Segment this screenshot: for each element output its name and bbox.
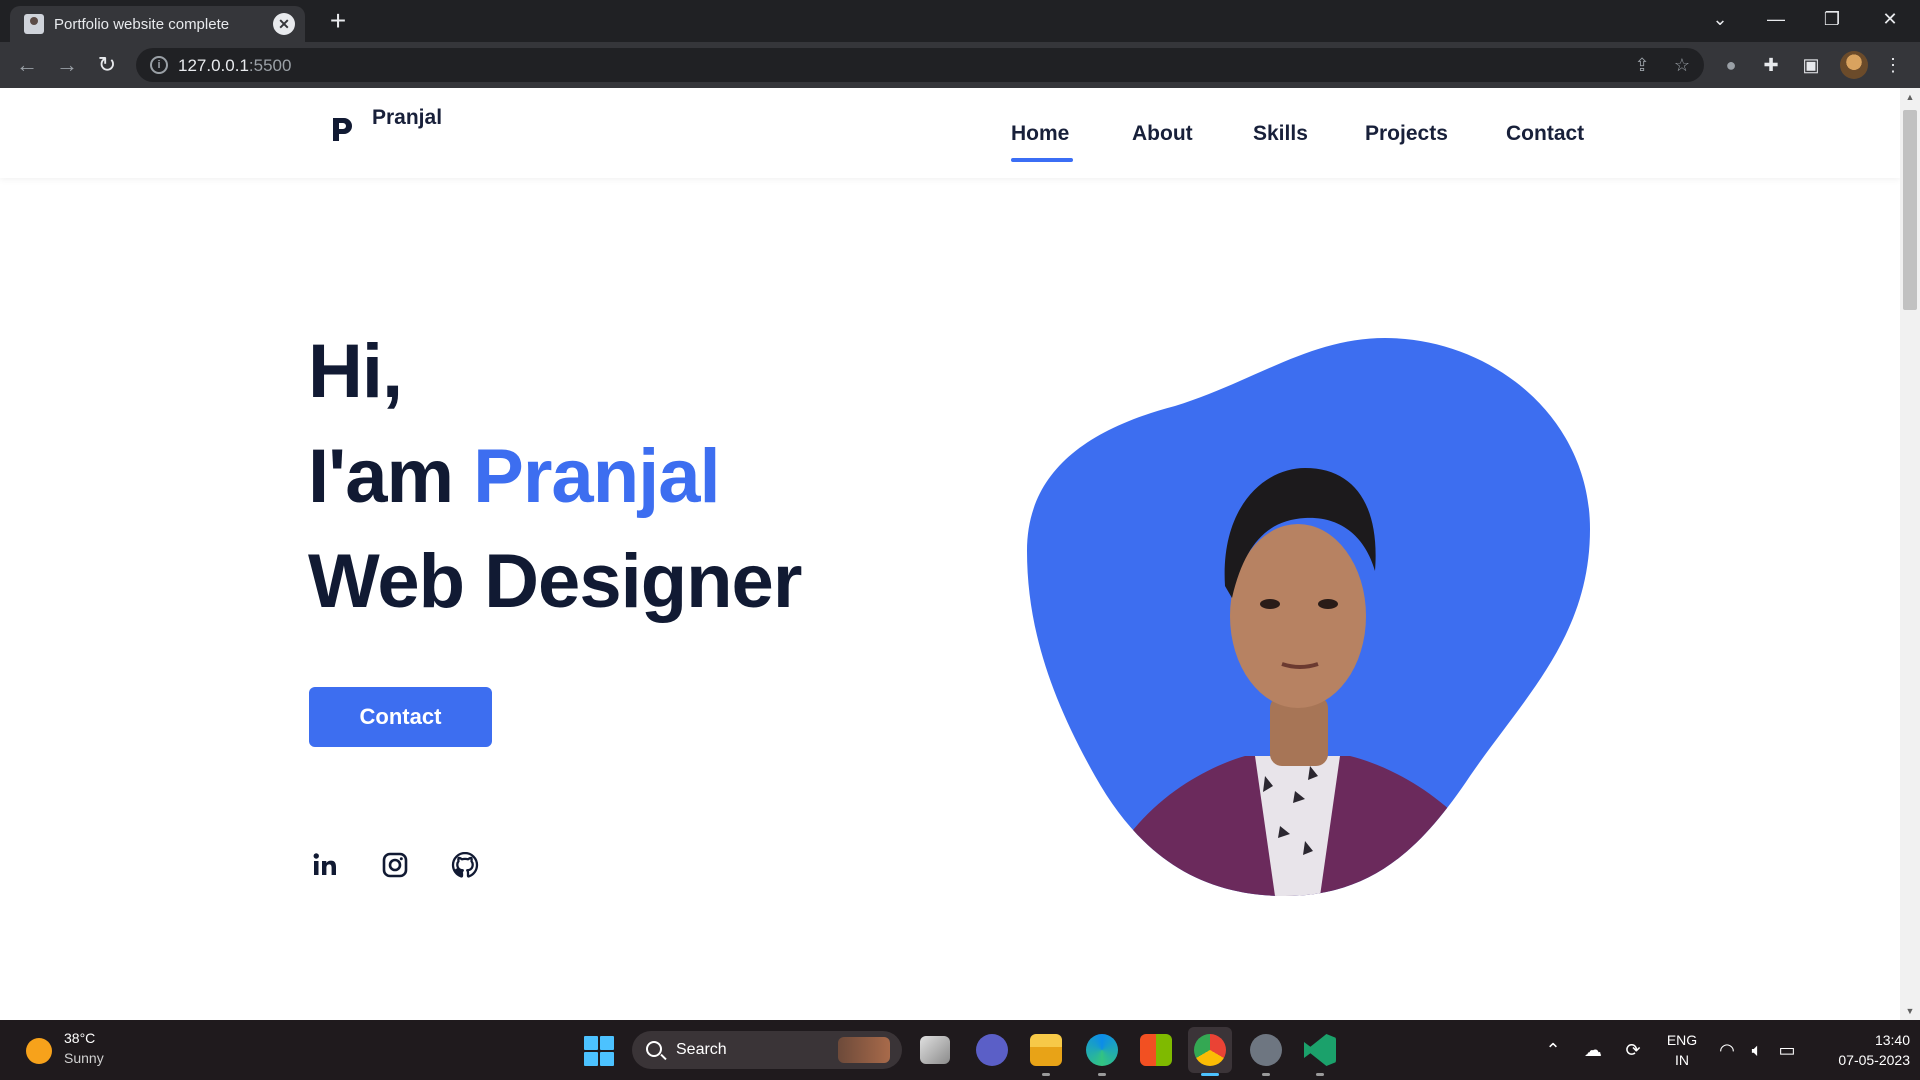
site-logo-text[interactable]: Pranjal xyxy=(372,106,442,130)
weather-condition[interactable]: Sunny xyxy=(64,1050,104,1066)
tab-favicon xyxy=(24,14,44,34)
close-window-button[interactable]: ✕ xyxy=(1862,0,1918,38)
tab-search-button[interactable]: ⌄ xyxy=(1692,0,1748,38)
taskbar-search-label: Search xyxy=(676,1041,727,1058)
nav-contact[interactable]: Contact xyxy=(1506,122,1584,146)
file-explorer-running-indicator xyxy=(1042,1073,1050,1076)
chrome-active-indicator xyxy=(1201,1073,1219,1076)
nav-skills[interactable]: Skills xyxy=(1253,122,1308,146)
hero-intro: I'am Pranjal xyxy=(308,433,721,520)
url-text[interactable]: 127.0.0.1:5500 xyxy=(178,56,291,76)
minimize-button[interactable]: — xyxy=(1748,0,1804,38)
edge-icon[interactable] xyxy=(1086,1034,1118,1066)
puzzle-icon[interactable]: ✚ xyxy=(1758,52,1784,78)
settings-icon[interactable] xyxy=(1250,1034,1282,1066)
scrollbar-thumb[interactable] xyxy=(1903,110,1917,310)
vscode-running-indicator xyxy=(1316,1073,1324,1076)
hero-role: Web Designer xyxy=(308,539,802,624)
onedrive-icon[interactable]: ☁ xyxy=(1582,1040,1604,1061)
start-button[interactable] xyxy=(584,1036,614,1066)
taskbar-search[interactable]: Search xyxy=(632,1031,902,1069)
bookmark-star-icon[interactable]: ☆ xyxy=(1670,53,1694,77)
hero-name: Pranjal xyxy=(473,434,720,519)
restore-button[interactable]: ❐ xyxy=(1804,0,1860,38)
nav-about[interactable]: About xyxy=(1132,122,1193,146)
chrome-icon[interactable] xyxy=(1194,1034,1226,1066)
file-explorer-icon[interactable] xyxy=(1030,1034,1062,1066)
logo-p-icon[interactable] xyxy=(330,114,356,144)
region-indicator[interactable]: IN xyxy=(1662,1052,1702,1068)
url-port: :5500 xyxy=(248,56,292,75)
contact-button[interactable]: Contact xyxy=(309,687,492,747)
hero-intro-prefix: I'am xyxy=(308,434,474,519)
tab-title: Portfolio website complete xyxy=(54,15,230,33)
site-info-icon[interactable]: i xyxy=(150,56,168,74)
back-button[interactable]: ← xyxy=(12,50,42,80)
nav-projects[interactable]: Projects xyxy=(1365,122,1448,146)
forward-button[interactable]: → xyxy=(52,50,82,80)
microsoft-store-icon[interactable] xyxy=(1140,1034,1172,1066)
url-host: 127.0.0.1 xyxy=(178,56,249,75)
reload-button[interactable]: ↻ xyxy=(92,50,122,80)
weather-sun-icon[interactable] xyxy=(26,1038,52,1064)
tab-close-button[interactable]: ✕ xyxy=(273,13,295,35)
share-icon[interactable]: ⇪ xyxy=(1630,53,1654,77)
github-icon[interactable] xyxy=(450,850,480,880)
wifi-icon[interactable]: ◠ xyxy=(1716,1040,1738,1061)
teams-chat-icon[interactable] xyxy=(976,1034,1008,1066)
nav-active-indicator xyxy=(1011,158,1073,162)
task-view-icon[interactable] xyxy=(920,1036,950,1064)
search-icon xyxy=(646,1041,662,1057)
vscode-icon[interactable] xyxy=(1304,1034,1336,1066)
browser-tab-bar: Portfolio website complete ✕ + ⌄ — ❐ ✕ xyxy=(0,0,1920,42)
clock-time[interactable]: 13:40 xyxy=(1814,1032,1910,1048)
settings-running-indicator xyxy=(1262,1073,1270,1076)
browser-tab[interactable]: Portfolio website complete ✕ xyxy=(10,6,305,42)
weather-temperature[interactable]: 38°C xyxy=(64,1030,95,1046)
menu-icon[interactable]: ⋮ xyxy=(1880,52,1906,78)
nav-home[interactable]: Home xyxy=(1011,122,1069,146)
battery-icon[interactable]: ▭ xyxy=(1776,1040,1798,1061)
linkedin-icon[interactable] xyxy=(310,850,340,880)
extension-icon[interactable]: ● xyxy=(1718,52,1744,78)
hero-portrait xyxy=(1027,338,1590,896)
site-header: Pranjal Home About Skills Projects Conta… xyxy=(0,88,1900,178)
chevron-up-icon[interactable]: ⌃ xyxy=(1542,1040,1564,1061)
side-panel-icon[interactable]: ▣ xyxy=(1798,52,1824,78)
browser-toolbar: ← → ↻ i 127.0.0.1:5500 ⇪ ☆ ● ✚ ▣ ⋮ xyxy=(0,42,1920,88)
new-tab-button[interactable]: + xyxy=(322,6,354,38)
volume-icon[interactable]: 🔈︎ xyxy=(1746,1040,1768,1061)
page-scrollbar[interactable]: ▲ ▼ xyxy=(1900,88,1920,1020)
windows-taskbar: 38°C Sunny Search ⌃ ☁ ⟳ ENG IN ◠ 🔈︎ ▭ 13… xyxy=(0,1020,1920,1080)
search-highlight-image xyxy=(838,1037,890,1063)
page-viewport: Pranjal Home About Skills Projects Conta… xyxy=(0,88,1900,1020)
edge-running-indicator xyxy=(1098,1073,1106,1076)
hero-greeting: Hi, xyxy=(308,329,403,414)
clock-date[interactable]: 07-05-2023 xyxy=(1814,1052,1910,1068)
instagram-icon[interactable] xyxy=(380,850,410,880)
profile-avatar[interactable] xyxy=(1840,51,1868,79)
address-bar[interactable]: i 127.0.0.1:5500 ⇪ ☆ xyxy=(136,48,1704,82)
sync-icon[interactable]: ⟳ xyxy=(1622,1040,1644,1061)
scroll-down-arrow[interactable]: ▼ xyxy=(1900,1002,1920,1020)
scroll-up-arrow[interactable]: ▲ xyxy=(1900,88,1920,106)
language-indicator[interactable]: ENG xyxy=(1662,1032,1702,1048)
